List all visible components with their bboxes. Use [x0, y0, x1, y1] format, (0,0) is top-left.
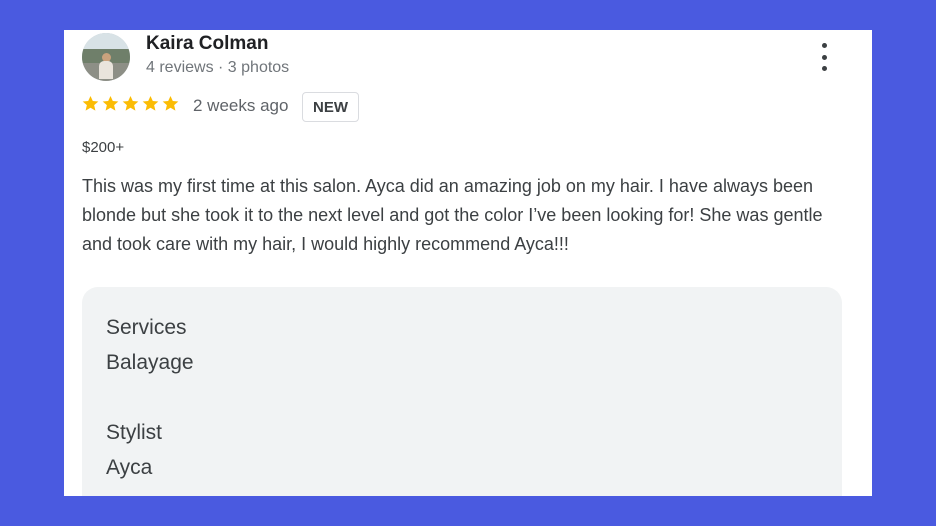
new-badge: NEW — [302, 92, 359, 122]
services-value: Balayage — [106, 351, 194, 374]
vertical-dots-icon — [821, 43, 827, 48]
vertical-dots-icon — [821, 54, 827, 60]
reviewer-name[interactable]: Kaira Colman — [146, 33, 268, 55]
price-range: $200+ — [82, 139, 125, 156]
star-icon — [122, 95, 139, 111]
stylist-label: Stylist — [106, 421, 163, 444]
review-card: Kaira Colman 4 reviews · 3 photos 2 week… — [64, 30, 872, 496]
services-label: Services — [106, 316, 187, 339]
star-icon — [102, 95, 119, 111]
rating-stars — [81, 94, 180, 116]
service-details-panel: Services Balayage Stylist Ayca — [82, 287, 842, 496]
stylist-value: Ayca — [106, 456, 153, 479]
vertical-dots-icon — [821, 66, 827, 71]
more-options-button[interactable] — [814, 43, 834, 71]
star-icon — [142, 95, 159, 111]
review-text: This was my first time at this salon. Ay… — [82, 176, 823, 254]
star-icon — [82, 95, 99, 111]
review-time: 2 weeks ago — [193, 96, 289, 115]
reviewer-meta: 4 reviews · 3 photos — [146, 59, 290, 76]
avatar[interactable] — [82, 33, 130, 81]
star-icon — [162, 95, 179, 111]
